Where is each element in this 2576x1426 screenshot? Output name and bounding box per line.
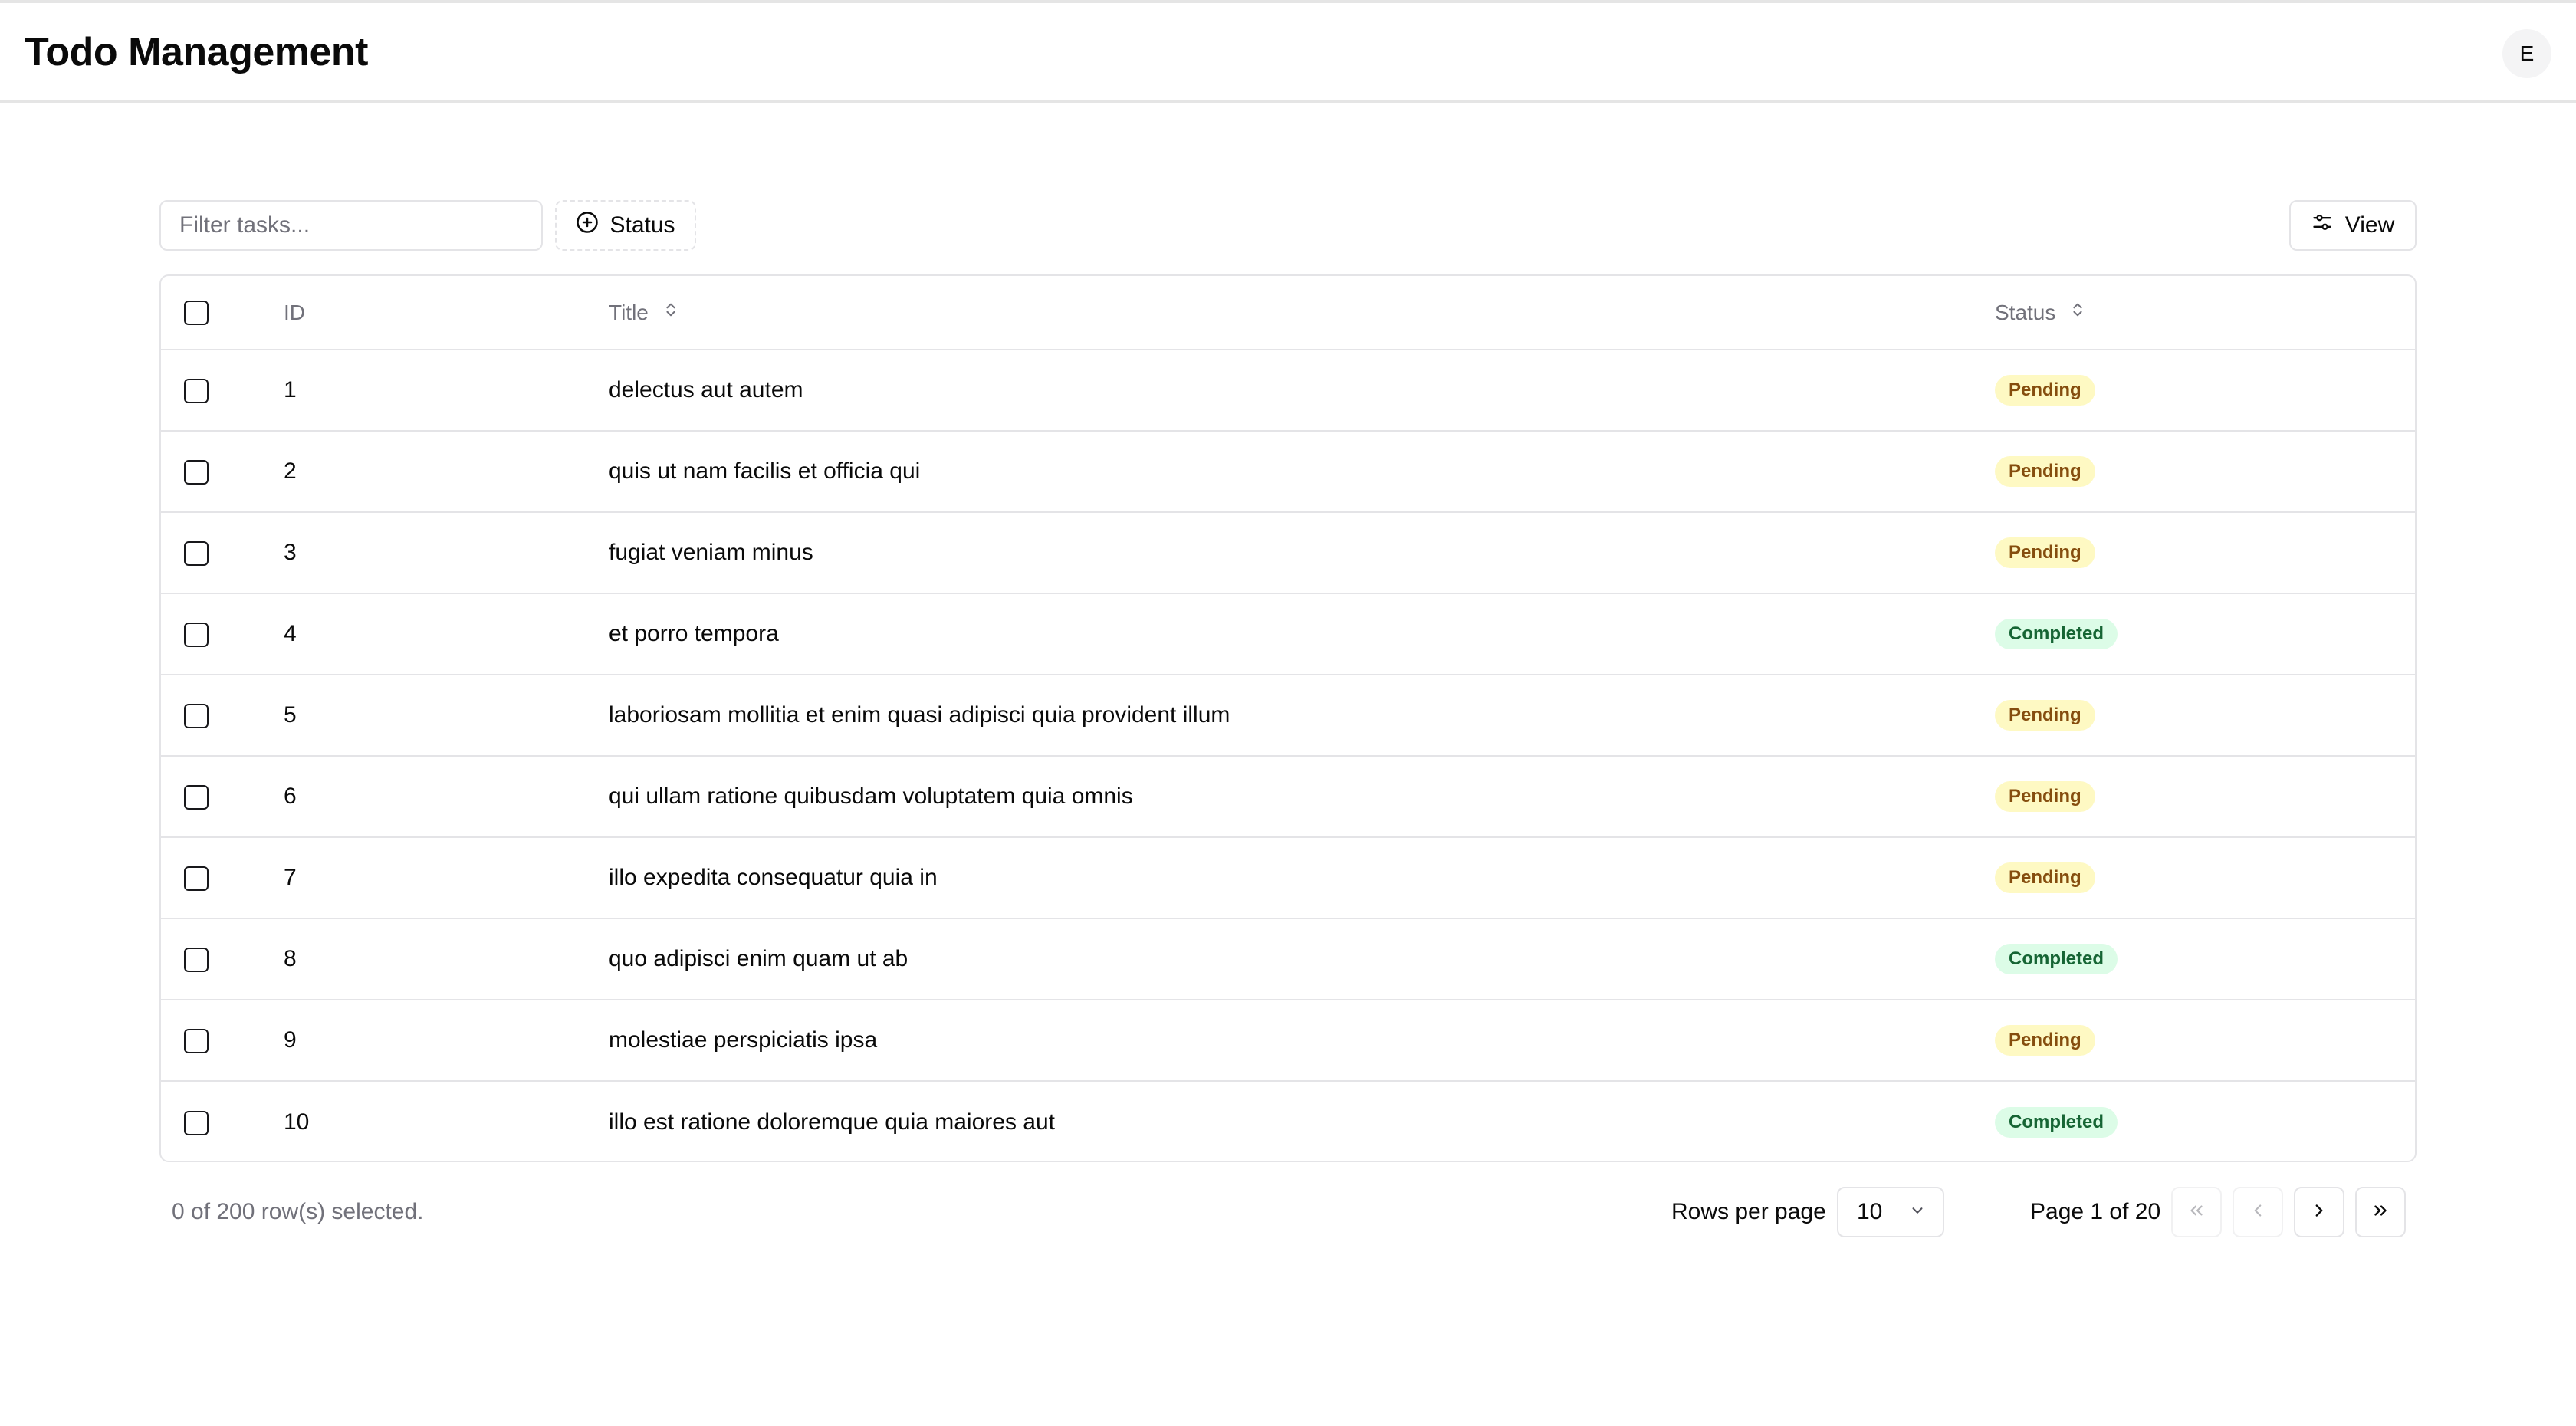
table-row[interactable]: 7 illo expedita consequatur quia in Pendin… — [161, 837, 2415, 918]
task-id: 7 — [284, 865, 297, 890]
status-badge: Pending — [1995, 375, 2095, 406]
table-row[interactable]: 1 delectus aut autem Pending — [161, 350, 2415, 431]
task-title: quo adipisci enim quam ut ab — [609, 946, 909, 971]
chevrons-right-icon — [2371, 1201, 2390, 1224]
column-title-label: Title — [609, 300, 649, 324]
table-footer: 0 of 200 row(s) selected. Rows per page … — [159, 1187, 2417, 1237]
task-id: 8 — [284, 946, 297, 971]
task-id: 2 — [284, 458, 297, 484]
task-id: 4 — [284, 621, 297, 646]
task-title: fugiat veniam minus — [609, 540, 813, 565]
chevrons-up-down-icon — [2069, 300, 2086, 325]
next-page-button[interactable] — [2294, 1187, 2344, 1237]
row-select-checkbox[interactable] — [184, 1029, 209, 1054]
task-title: illo est ratione doloremque quia maiores… — [609, 1109, 1055, 1135]
sliders-icon — [2312, 212, 2333, 239]
rows-per-page-select[interactable]: 10 — [1837, 1187, 1944, 1237]
row-select-checkbox[interactable] — [184, 704, 209, 729]
task-id: 5 — [284, 702, 297, 728]
status-badge: Pending — [1995, 781, 2095, 812]
app-header: Todo Management E — [0, 3, 2576, 103]
column-header-status[interactable]: Status — [1995, 300, 2086, 325]
app-title: Todo Management — [25, 30, 368, 74]
table-row[interactable]: 10 illo est ratione doloremque quia maior… — [161, 1081, 2415, 1161]
row-select-checkbox[interactable] — [184, 541, 209, 567]
filter-tasks-input[interactable] — [159, 200, 543, 251]
task-id: 6 — [284, 784, 297, 809]
status-badge: Pending — [1995, 700, 2095, 731]
last-page-button[interactable] — [2355, 1187, 2406, 1237]
tasks-table: ID Title Status 1 delectus aut autem Pen… — [159, 274, 2417, 1162]
row-select-checkbox[interactable] — [184, 460, 209, 485]
status-badge: Pending — [1995, 863, 2095, 893]
row-select-checkbox[interactable] — [184, 866, 209, 892]
row-select-checkbox[interactable] — [184, 379, 209, 404]
status-badge: Pending — [1995, 537, 2095, 568]
column-status-label: Status — [1995, 300, 2056, 324]
table-row[interactable]: 8 quo adipisci enim quam ut ab Completed — [161, 918, 2415, 1000]
status-badge: Pending — [1995, 1025, 2095, 1056]
task-id: 3 — [284, 540, 297, 565]
rows-per-page-value: 10 — [1857, 1199, 1883, 1224]
plus-circle-icon — [576, 211, 599, 240]
task-title: illo expedita consequatur quia in — [609, 865, 938, 890]
user-avatar[interactable]: E — [2502, 29, 2551, 78]
select-all-checkbox[interactable] — [184, 301, 209, 326]
task-id: 10 — [284, 1109, 310, 1135]
task-title: delectus aut autem — [609, 377, 803, 402]
first-page-button[interactable] — [2171, 1187, 2222, 1237]
task-title: qui ullam ratione quibusdam voluptatem q… — [609, 784, 1133, 809]
status-filter-label: Status — [610, 212, 675, 238]
chevron-right-icon — [2309, 1201, 2329, 1224]
column-header-id: ID — [284, 300, 305, 324]
table-row[interactable]: 6 qui ullam ratione quibusdam voluptatem … — [161, 756, 2415, 837]
table-row[interactable]: 9 molestiae perspiciatis ipsa Pending — [161, 1000, 2415, 1081]
row-select-checkbox[interactable] — [184, 623, 209, 648]
column-header-title[interactable]: Title — [609, 300, 679, 325]
page-info: Page 1 of 20 — [2030, 1199, 2161, 1224]
selection-count: 0 of 200 row(s) selected. — [172, 1199, 424, 1224]
previous-page-button[interactable] — [2233, 1187, 2283, 1237]
table-header-row: ID Title Status — [161, 276, 2415, 350]
task-title: quis ut nam facilis et officia qui — [609, 458, 921, 484]
task-id: 9 — [284, 1027, 297, 1053]
view-options-button[interactable]: View — [2289, 200, 2417, 251]
task-title: molestiae perspiciatis ipsa — [609, 1027, 878, 1053]
table-row[interactable]: 2 quis ut nam facilis et officia qui Pendi… — [161, 431, 2415, 512]
chevron-left-icon — [2248, 1201, 2268, 1224]
table-row[interactable]: 3 fugiat veniam minus Pending — [161, 512, 2415, 593]
chevrons-up-down-icon — [662, 300, 679, 325]
row-select-checkbox[interactable] — [184, 785, 209, 810]
task-title: et porro tempora — [609, 621, 779, 646]
chevrons-left-icon — [2187, 1201, 2206, 1224]
table-row[interactable]: 4 et porro tempora Completed — [161, 593, 2415, 675]
row-select-checkbox[interactable] — [184, 948, 209, 973]
task-title: laboriosam mollitia et enim quasi adipis… — [609, 702, 1230, 728]
table-row[interactable]: 5 laboriosam mollitia et enim quasi adipi… — [161, 675, 2415, 756]
chevron-down-icon — [1909, 1199, 1926, 1225]
table-toolbar: Status View — [159, 200, 2417, 251]
status-badge: Pending — [1995, 456, 2095, 487]
status-badge: Completed — [1995, 1106, 2118, 1138]
task-id: 1 — [284, 377, 297, 402]
status-badge: Completed — [1995, 944, 2118, 974]
view-label: View — [2344, 212, 2395, 238]
row-select-checkbox[interactable] — [184, 1110, 209, 1135]
rows-per-page-label: Rows per page — [1671, 1199, 1826, 1224]
status-filter-button[interactable]: Status — [555, 200, 696, 251]
status-badge: Completed — [1995, 619, 2118, 649]
